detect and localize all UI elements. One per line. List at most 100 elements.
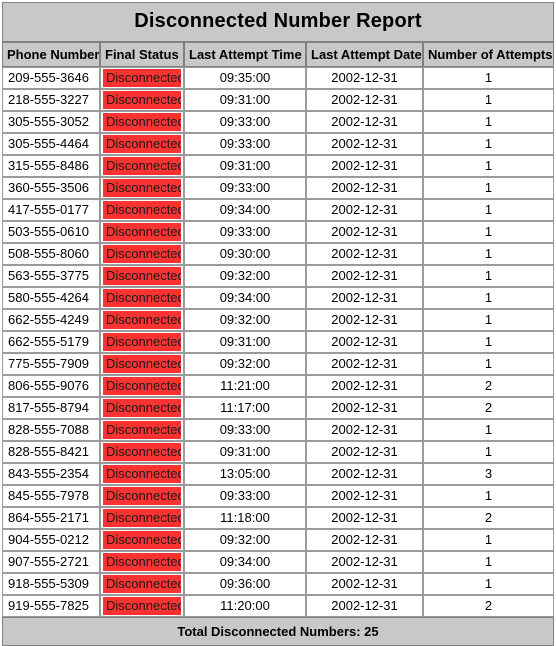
cell-phone-number: 806-555-9076 (2, 375, 100, 397)
cell-final-status: Disconnected (100, 67, 184, 89)
cell-number-of-attempts: 1 (423, 133, 555, 155)
cell-final-status: Disconnected (100, 89, 184, 111)
cell-phone-number: 907-555-2721 (2, 551, 100, 573)
cell-last-attempt-time: 09:33:00 (184, 485, 306, 507)
cell-final-status: Disconnected (100, 441, 184, 463)
report-title: Disconnected Number Report (2, 2, 555, 42)
column-header-phone-number[interactable]: Phone Number (2, 42, 100, 67)
footer-row: Total Disconnected Numbers: 25 (2, 617, 555, 646)
status-badge: Disconnected (103, 355, 181, 373)
cell-number-of-attempts: 1 (423, 573, 555, 595)
cell-number-of-attempts: 1 (423, 199, 555, 221)
disconnected-number-report-table: Disconnected Number Report Phone Number … (2, 2, 555, 646)
cell-final-status: Disconnected (100, 199, 184, 221)
cell-final-status: Disconnected (100, 375, 184, 397)
report-container: Disconnected Number Report Phone Number … (0, 0, 556, 646)
cell-number-of-attempts: 3 (423, 463, 555, 485)
cell-last-attempt-date: 2002-12-31 (306, 309, 423, 331)
cell-number-of-attempts: 1 (423, 309, 555, 331)
cell-last-attempt-date: 2002-12-31 (306, 199, 423, 221)
cell-number-of-attempts: 1 (423, 485, 555, 507)
cell-number-of-attempts: 1 (423, 331, 555, 353)
table-row: 806-555-9076 Disconnected 11:21:00 2002-12-… (2, 375, 555, 397)
cell-phone-number: 209-555-3646 (2, 67, 100, 89)
cell-last-attempt-time: 11:17:00 (184, 397, 306, 419)
cell-final-status: Disconnected (100, 551, 184, 573)
column-header-final-status[interactable]: Final Status (100, 42, 184, 67)
status-badge: Disconnected (103, 311, 181, 329)
cell-final-status: Disconnected (100, 353, 184, 375)
cell-phone-number: 580-555-4264 (2, 287, 100, 309)
cell-last-attempt-time: 09:33:00 (184, 111, 306, 133)
cell-last-attempt-date: 2002-12-31 (306, 353, 423, 375)
table-row: 563-555-3775 Disconnected 09:32:00 2002-12-… (2, 265, 555, 287)
status-badge: Disconnected (103, 201, 181, 219)
cell-number-of-attempts: 1 (423, 67, 555, 89)
cell-final-status: Disconnected (100, 419, 184, 441)
status-badge: Disconnected (103, 487, 181, 505)
cell-last-attempt-time: 09:35:00 (184, 67, 306, 89)
table-row: 360-555-3506 Disconnected 09:33:00 2002-12-… (2, 177, 555, 199)
cell-last-attempt-date: 2002-12-31 (306, 331, 423, 353)
cell-last-attempt-time: 09:33:00 (184, 133, 306, 155)
cell-last-attempt-date: 2002-12-31 (306, 287, 423, 309)
cell-number-of-attempts: 1 (423, 243, 555, 265)
cell-phone-number: 662-555-5179 (2, 331, 100, 353)
cell-number-of-attempts: 2 (423, 375, 555, 397)
cell-last-attempt-time: 09:36:00 (184, 573, 306, 595)
cell-final-status: Disconnected (100, 155, 184, 177)
cell-last-attempt-date: 2002-12-31 (306, 419, 423, 441)
cell-last-attempt-date: 2002-12-31 (306, 375, 423, 397)
cell-last-attempt-time: 09:31:00 (184, 89, 306, 111)
cell-phone-number: 417-555-0177 (2, 199, 100, 221)
table-row: 843-555-2354 Disconnected 13:05:00 2002-12-… (2, 463, 555, 485)
cell-number-of-attempts: 1 (423, 529, 555, 551)
cell-last-attempt-time: 09:32:00 (184, 353, 306, 375)
status-badge: Disconnected (103, 399, 181, 417)
cell-final-status: Disconnected (100, 243, 184, 265)
status-badge: Disconnected (103, 333, 181, 351)
cell-number-of-attempts: 1 (423, 111, 555, 133)
status-badge: Disconnected (103, 421, 181, 439)
cell-phone-number: 864-555-2171 (2, 507, 100, 529)
cell-last-attempt-date: 2002-12-31 (306, 529, 423, 551)
table-row: 907-555-2721 Disconnected 09:34:00 2002-12-… (2, 551, 555, 573)
cell-final-status: Disconnected (100, 111, 184, 133)
cell-number-of-attempts: 1 (423, 353, 555, 375)
cell-last-attempt-time: 11:18:00 (184, 507, 306, 529)
status-badge: Disconnected (103, 575, 181, 593)
column-header-last-attempt-time[interactable]: Last Attempt Time (184, 42, 306, 67)
table-row: 845-555-7978 Disconnected 09:33:00 2002-12-… (2, 485, 555, 507)
cell-phone-number: 218-555-3227 (2, 89, 100, 111)
cell-number-of-attempts: 1 (423, 287, 555, 309)
cell-last-attempt-date: 2002-12-31 (306, 507, 423, 529)
cell-last-attempt-time: 09:31:00 (184, 331, 306, 353)
cell-number-of-attempts: 1 (423, 89, 555, 111)
status-badge: Disconnected (103, 267, 181, 285)
table-row: 904-555-0212 Disconnected 09:32:00 2002-12-… (2, 529, 555, 551)
cell-last-attempt-time: 09:34:00 (184, 551, 306, 573)
status-badge: Disconnected (103, 553, 181, 571)
status-badge: Disconnected (103, 443, 181, 461)
cell-last-attempt-date: 2002-12-31 (306, 133, 423, 155)
cell-last-attempt-time: 09:33:00 (184, 221, 306, 243)
cell-phone-number: 508-555-8060 (2, 243, 100, 265)
table-row: 580-555-4264 Disconnected 09:34:00 2002-12-… (2, 287, 555, 309)
status-badge: Disconnected (103, 377, 181, 395)
cell-last-attempt-date: 2002-12-31 (306, 221, 423, 243)
cell-final-status: Disconnected (100, 529, 184, 551)
table-row: 218-555-3227 Disconnected 09:31:00 2002-12-… (2, 89, 555, 111)
cell-last-attempt-date: 2002-12-31 (306, 243, 423, 265)
status-badge: Disconnected (103, 135, 181, 153)
cell-phone-number: 563-555-3775 (2, 265, 100, 287)
column-header-last-attempt-date[interactable]: Last Attempt Date (306, 42, 423, 67)
column-header-number-of-attempts[interactable]: Number of Attempts (423, 42, 555, 67)
cell-last-attempt-time: 09:31:00 (184, 441, 306, 463)
table-row: 305-555-4464 Disconnected 09:33:00 2002-12-… (2, 133, 555, 155)
table-row: 508-555-8060 Disconnected 09:30:00 2002-12-… (2, 243, 555, 265)
status-badge: Disconnected (103, 465, 181, 483)
status-badge: Disconnected (103, 597, 181, 615)
cell-last-attempt-date: 2002-12-31 (306, 177, 423, 199)
cell-phone-number: 315-555-8486 (2, 155, 100, 177)
cell-last-attempt-time: 09:33:00 (184, 177, 306, 199)
